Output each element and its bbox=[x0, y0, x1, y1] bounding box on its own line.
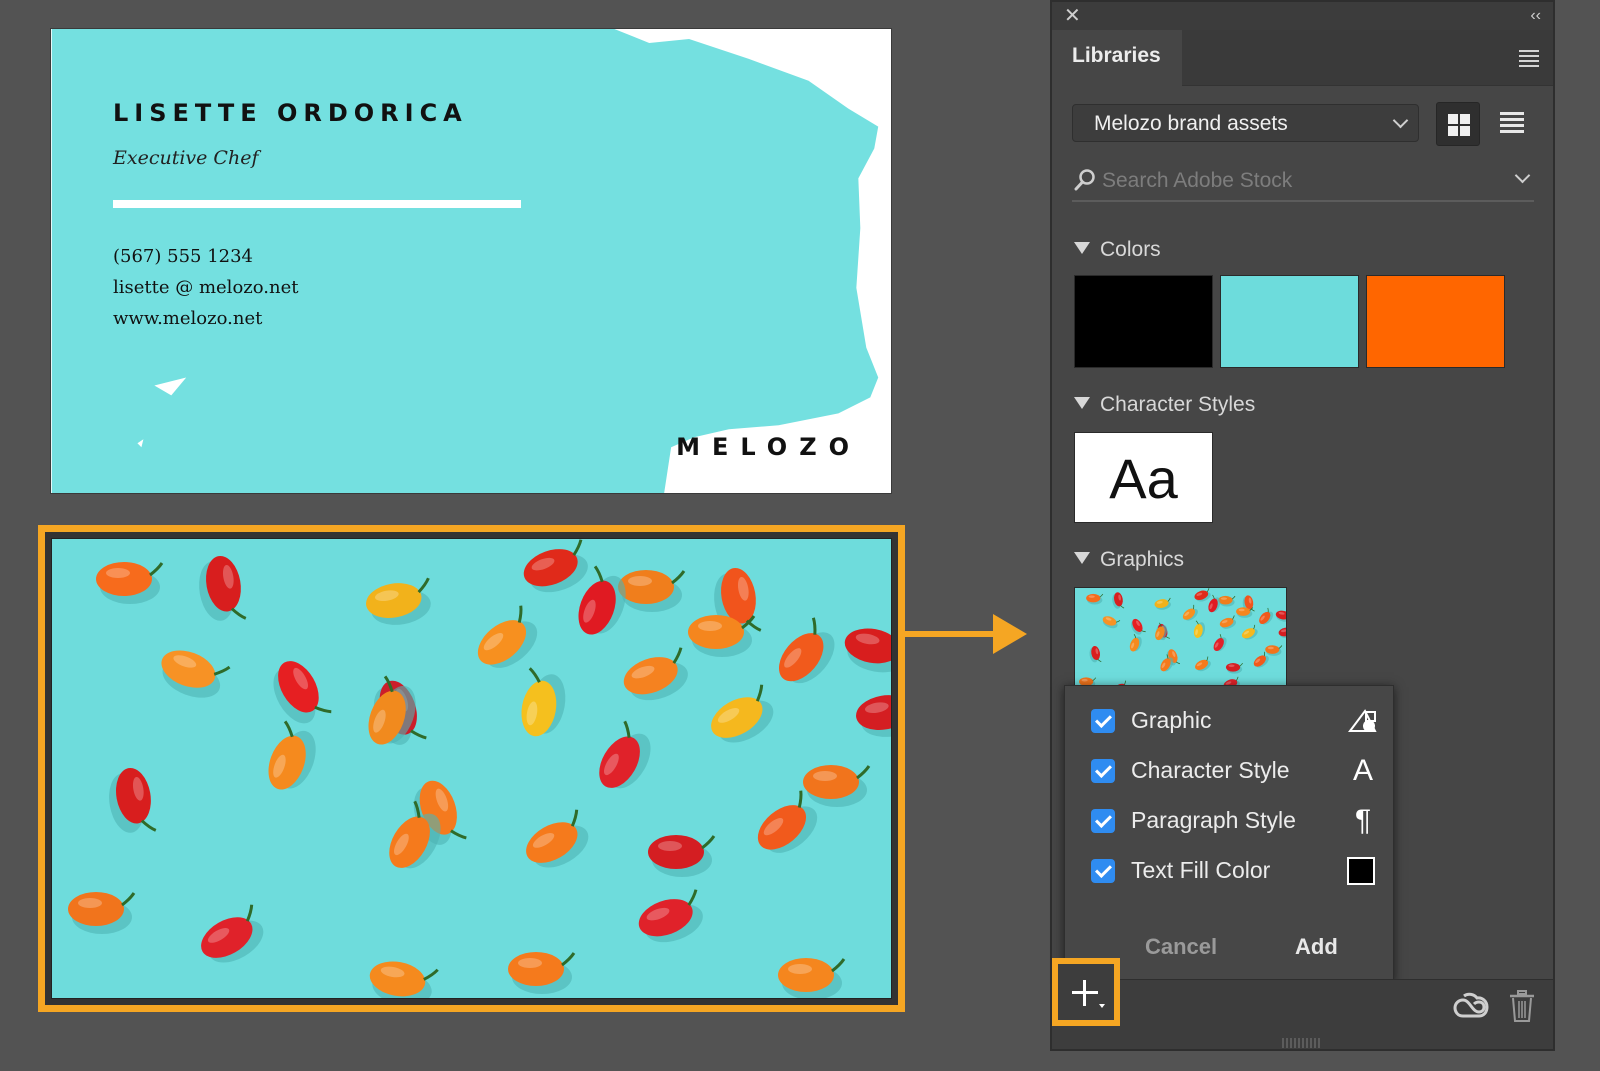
add-button[interactable]: Add bbox=[1295, 934, 1338, 960]
character-style-icon: A bbox=[1352, 754, 1373, 787]
card-divider bbox=[113, 200, 521, 208]
grid-view-icon[interactable] bbox=[1436, 102, 1480, 146]
option-graphic-label: Graphic bbox=[1131, 707, 1212, 733]
arrow-right-icon bbox=[905, 614, 1027, 654]
color-swatch-orange[interactable] bbox=[1366, 275, 1505, 368]
option-text-fill-color-label: Text Fill Color bbox=[1131, 857, 1271, 883]
trash-icon[interactable] bbox=[1509, 990, 1535, 1022]
panel-menu-icon[interactable] bbox=[1519, 50, 1539, 70]
option-character-style-label: Character Style bbox=[1131, 757, 1290, 783]
panel-tabbar: Libraries bbox=[1052, 30, 1553, 86]
graphic-thumbnail[interactable] bbox=[1074, 587, 1287, 687]
plus-icon-vertical bbox=[1083, 980, 1086, 1006]
disclosure-triangle-icon bbox=[1074, 552, 1090, 564]
panel-titlebar: ✕ ‹‹ bbox=[1052, 2, 1553, 30]
section-character-styles[interactable]: Character Styles bbox=[1074, 393, 1255, 417]
fill-color-icon bbox=[1347, 857, 1375, 885]
card-phone: (567) 555 1234 bbox=[113, 246, 254, 267]
section-colors[interactable]: Colors bbox=[1074, 238, 1161, 262]
checkbox-character-style[interactable] bbox=[1091, 759, 1115, 783]
libraries-panel: ✕ ‹‹ Libraries Melozo brand assets Color… bbox=[1050, 0, 1555, 1051]
section-graphics-label: Graphics bbox=[1100, 548, 1185, 571]
search-input[interactable] bbox=[1102, 166, 1492, 196]
tab-libraries[interactable]: Libraries bbox=[1052, 30, 1182, 86]
option-character-style[interactable]: Character Style A bbox=[1091, 756, 1379, 786]
disclosure-triangle-icon bbox=[1074, 397, 1090, 409]
peppers-graphic bbox=[52, 539, 891, 998]
color-swatch-black[interactable] bbox=[1074, 275, 1213, 368]
list-view-icon[interactable] bbox=[1490, 102, 1534, 146]
color-swatch-teal[interactable] bbox=[1220, 275, 1359, 368]
card-name: LISETTE ORDORICA bbox=[113, 99, 468, 127]
chevron-down-icon[interactable] bbox=[1514, 167, 1531, 184]
library-dropdown-value: Melozo brand assets bbox=[1094, 112, 1288, 135]
close-icon[interactable]: ✕ bbox=[1064, 4, 1081, 28]
library-dropdown[interactable]: Melozo brand assets bbox=[1072, 104, 1419, 142]
checkbox-text-fill-color[interactable] bbox=[1091, 859, 1115, 883]
collapse-icon[interactable]: ‹‹ bbox=[1530, 4, 1541, 28]
stock-search bbox=[1072, 162, 1534, 202]
option-paragraph-style-label: Paragraph Style bbox=[1131, 807, 1296, 833]
add-content-button[interactable] bbox=[1052, 958, 1120, 1026]
checkbox-graphic[interactable] bbox=[1091, 709, 1115, 733]
selected-image-highlight bbox=[38, 525, 905, 1012]
disclosure-triangle-icon bbox=[1074, 242, 1090, 254]
section-graphics[interactable]: Graphics bbox=[1074, 548, 1184, 572]
card-web: www.melozo.net bbox=[113, 308, 263, 329]
section-colors-label: Colors bbox=[1100, 238, 1161, 261]
search-icon[interactable] bbox=[1074, 168, 1096, 192]
card-brand-logo: MELOZO bbox=[676, 433, 861, 461]
card-email: lisette @ melozo.net bbox=[113, 277, 299, 298]
option-graphic[interactable]: Graphic bbox=[1091, 706, 1379, 736]
option-text-fill-color[interactable]: Text Fill Color bbox=[1091, 856, 1379, 886]
paragraph-style-icon: ¶ bbox=[1354, 804, 1372, 837]
dropdown-caret-icon bbox=[1099, 1004, 1105, 1008]
section-character-styles-label: Character Styles bbox=[1100, 393, 1256, 416]
resize-grip[interactable] bbox=[1282, 1035, 1322, 1048]
creative-cloud-icon[interactable] bbox=[1453, 992, 1489, 1022]
character-style-thumbnail[interactable]: Aa bbox=[1074, 432, 1213, 523]
card-role: Executive Chef bbox=[113, 147, 259, 169]
panel-footer bbox=[1052, 958, 1553, 1049]
option-paragraph-style[interactable]: Paragraph Style ¶ bbox=[1091, 806, 1379, 836]
cancel-button[interactable]: Cancel bbox=[1145, 934, 1217, 960]
graphic-shape-icon bbox=[1348, 709, 1377, 732]
checkbox-paragraph-style[interactable] bbox=[1091, 809, 1115, 833]
peppers-photo[interactable] bbox=[51, 538, 892, 999]
business-card: LISETTE ORDORICA Executive Chef (567) 55… bbox=[50, 28, 892, 494]
graphic-thumbnail-image bbox=[1075, 588, 1286, 686]
chevron-down-icon bbox=[1392, 112, 1409, 129]
add-asset-popup: Graphic Character Style A Paragraph Styl… bbox=[1064, 685, 1394, 982]
